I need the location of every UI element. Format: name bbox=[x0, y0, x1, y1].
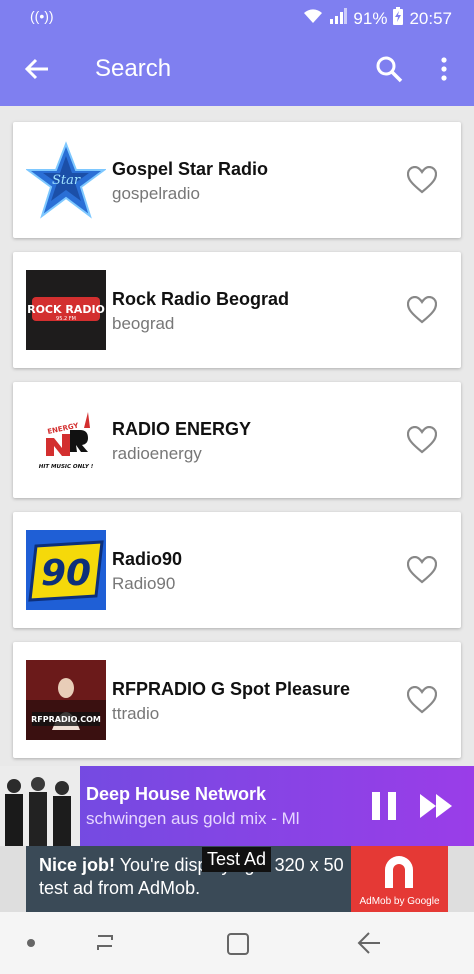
station-card[interactable]: 90 Radio90 Radio90 bbox=[13, 512, 461, 628]
test-ad-badge: Test Ad bbox=[202, 847, 272, 872]
heart-icon[interactable] bbox=[406, 295, 438, 324]
more-options-icon[interactable] bbox=[434, 54, 454, 84]
rock-logo-freq: 95.2 FM bbox=[56, 316, 76, 322]
battery-percent: 91% bbox=[353, 8, 388, 28]
rock-radio-logo: ROCK RADIO 95.2 FM bbox=[26, 270, 106, 350]
heart-icon[interactable] bbox=[406, 165, 438, 194]
admob-logo[interactable]: AdMob by Google bbox=[351, 846, 448, 912]
system-nav-bar bbox=[0, 912, 474, 974]
station-card[interactable]: ENERGY HIT MUSIC ONLY ! RADIO ENERGY rad… bbox=[13, 382, 461, 498]
search-icon[interactable] bbox=[374, 54, 404, 84]
energy-tagline: HIT MUSIC ONLY ! bbox=[39, 464, 94, 470]
svg-text:Star: Star bbox=[52, 173, 81, 188]
rock-logo-text: ROCK RADIO bbox=[27, 303, 105, 316]
ad-content[interactable]: Nice job! You're displaying a 320 x 50 t… bbox=[26, 846, 448, 912]
nrj-logo: ENERGY HIT MUSIC ONLY ! bbox=[26, 400, 106, 480]
station-name: RFPRADIO G Spot Pleasure bbox=[112, 679, 351, 699]
nav-back-icon[interactable] bbox=[356, 930, 384, 956]
station-name: Gospel Star Radio bbox=[112, 159, 269, 179]
ad-banner[interactable]: Nice job! You're displaying a 320 x 50 t… bbox=[0, 846, 474, 912]
station-id: radioenergy bbox=[112, 444, 202, 463]
station-card[interactable]: RFPRADIO.COM RFPRADIO G Spot Pleasure tt… bbox=[13, 642, 461, 758]
station-id: ttradio bbox=[112, 704, 160, 723]
album-art bbox=[0, 766, 80, 846]
status-bar: ((•)) 91% 20:57 bbox=[0, 0, 474, 34]
ad-text-line2: test ad from AdMob. bbox=[39, 878, 201, 898]
app-bar: Search bbox=[0, 34, 474, 106]
radio90-logo: 90 bbox=[26, 530, 106, 610]
gospel-star-logo: Star bbox=[26, 140, 106, 220]
heart-icon[interactable] bbox=[406, 555, 438, 584]
page-title: Search bbox=[95, 55, 172, 82]
station-name: Rock Radio Beograd bbox=[112, 289, 290, 309]
rfp-logo-text: RFPRADIO.COM bbox=[31, 715, 101, 724]
now-playing-bar[interactable]: Deep House Network schwingen aus gold mi… bbox=[0, 766, 474, 846]
station-id: beograd bbox=[112, 314, 175, 333]
skip-next-icon[interactable] bbox=[418, 790, 456, 822]
heart-icon[interactable] bbox=[406, 425, 438, 454]
recent-apps-icon[interactable] bbox=[92, 932, 118, 954]
clock: 20:57 bbox=[409, 8, 452, 28]
station-card[interactable]: ROCK RADIO 95.2 FM Rock Radio Beograd be… bbox=[13, 252, 461, 368]
station-id: gospelradio bbox=[112, 184, 200, 203]
hotspot-icon: ((•)) bbox=[30, 8, 54, 24]
admob-brand: AdMob by Google bbox=[359, 896, 440, 907]
wifi-icon bbox=[303, 8, 323, 29]
station-name: Radio90 bbox=[112, 549, 183, 569]
ad-text-line1: Nice job! You're displaying a 320 x 50 bbox=[39, 855, 344, 876]
rfpradio-logo: RFPRADIO.COM bbox=[26, 660, 106, 740]
station-card[interactable]: Star Gospel Star Radio gospelradio bbox=[13, 122, 461, 238]
now-playing-subtitle: schwingen aus gold mix - Ml bbox=[86, 809, 300, 828]
radio90-digits: 90 bbox=[41, 553, 91, 594]
back-arrow-icon[interactable] bbox=[22, 54, 52, 84]
battery-icon bbox=[393, 7, 404, 30]
ad-nice-job: Nice job! bbox=[39, 855, 116, 875]
pause-icon[interactable] bbox=[370, 790, 398, 822]
heart-icon[interactable] bbox=[406, 685, 438, 714]
home-icon[interactable] bbox=[225, 931, 251, 957]
station-id: Radio90 bbox=[112, 574, 176, 593]
station-list: Star Gospel Star Radio gospelradio ROCK … bbox=[13, 122, 461, 772]
now-playing-title: Deep House Network bbox=[86, 784, 267, 804]
cell-signal-icon bbox=[329, 8, 348, 29]
nav-dot-icon bbox=[27, 939, 35, 947]
station-name: RADIO ENERGY bbox=[112, 419, 252, 439]
